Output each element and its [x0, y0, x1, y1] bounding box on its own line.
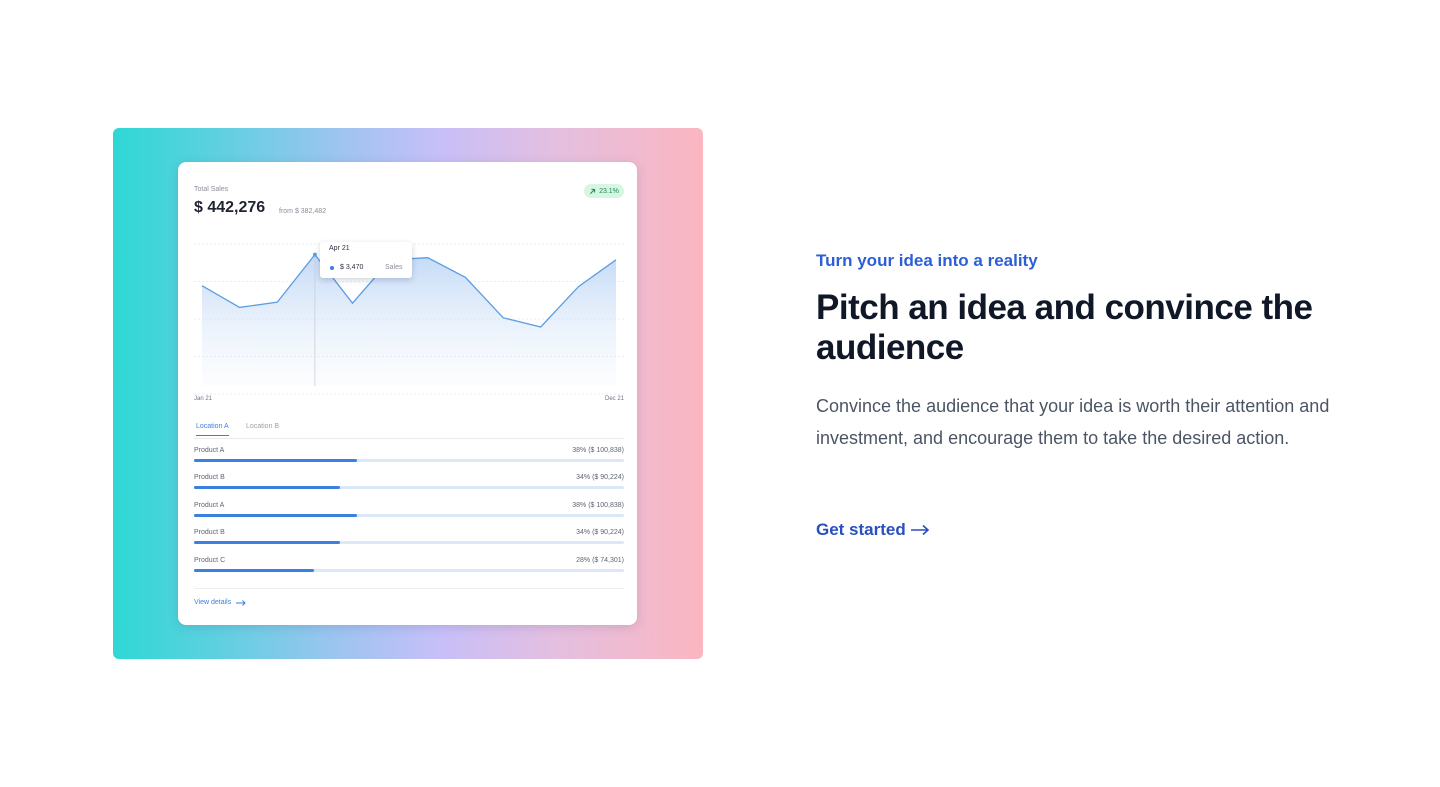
product-value: 28% ($ 74,301): [576, 557, 624, 564]
arrow-right-icon: [236, 599, 246, 606]
x-axis-start-label: Jan 21: [194, 396, 213, 402]
tooltip-series-dot: [330, 266, 334, 270]
progress-track: [194, 569, 624, 572]
product-label: Product A: [194, 447, 225, 454]
progress-fill: [194, 569, 315, 572]
progress-track: [194, 541, 624, 544]
card-footer-divider: [194, 588, 624, 589]
tab-location-b[interactable]: Location B: [246, 423, 279, 435]
eyebrow-text: Turn your idea into a reality: [816, 251, 1038, 270]
arrow-right-icon: [910, 524, 929, 536]
get-started-label: Get started: [816, 520, 906, 539]
location-tabs: Location A Location B: [194, 420, 624, 439]
growth-badge: 23.1%: [584, 184, 624, 198]
list-item: Product A 38% ($ 100,838): [194, 447, 624, 465]
product-label: Product C: [194, 557, 226, 564]
tab-location-a[interactable]: Location A: [196, 423, 229, 436]
card-label: Total Sales: [194, 186, 229, 193]
view-details-link[interactable]: View details: [194, 599, 246, 606]
progress-fill: [194, 459, 357, 462]
arrow-up-right-icon: [590, 188, 596, 194]
product-label: Product A: [194, 502, 225, 509]
chart-point: [312, 252, 317, 257]
progress-track: [194, 459, 624, 462]
product-value: 38% ($ 100,838): [572, 447, 624, 454]
product-label: Product B: [194, 529, 225, 536]
chart-tooltip: Apr 21 $ 3,470 Sales: [320, 242, 412, 278]
product-value: 38% ($ 100,838): [572, 502, 624, 509]
list-item: Product C 28% ($ 74,301): [194, 557, 624, 575]
body-text: Convince the audience that your idea is …: [816, 396, 1330, 448]
progress-fill: [194, 486, 340, 489]
previous-amount: from $ 382,482: [279, 208, 327, 215]
progress-fill: [194, 514, 357, 517]
product-value: 34% ($ 90,224): [576, 474, 624, 481]
product-value: 34% ($ 90,224): [576, 529, 624, 536]
tooltip-date: Apr 21: [329, 245, 350, 252]
tooltip-series: Sales: [385, 264, 403, 271]
hero-gradient-panel: Total Sales $ 442,276 from $ 382,482 23.…: [113, 128, 703, 659]
view-details-label: View details: [194, 599, 232, 606]
get-started-link[interactable]: Get started: [816, 520, 930, 540]
tooltip-value: $ 3,470: [340, 264, 364, 271]
x-axis-end-label: Dec 21: [604, 396, 624, 402]
product-label: Product B: [194, 474, 225, 481]
total-sales-amount: $ 442,276: [194, 199, 266, 216]
growth-value: 23.1%: [599, 187, 619, 195]
sales-card: Total Sales $ 442,276 from $ 382,482 23.…: [178, 162, 637, 625]
progress-fill: [194, 541, 340, 544]
list-item: Product B 34% ($ 90,224): [194, 474, 624, 492]
progress-track: [194, 514, 624, 517]
list-item: Product A 38% ($ 100,838): [194, 502, 624, 520]
headline: Pitch an idea and convince the audience: [816, 288, 1313, 367]
progress-track: [194, 486, 624, 489]
list-item: Product B 34% ($ 90,224): [194, 529, 624, 547]
